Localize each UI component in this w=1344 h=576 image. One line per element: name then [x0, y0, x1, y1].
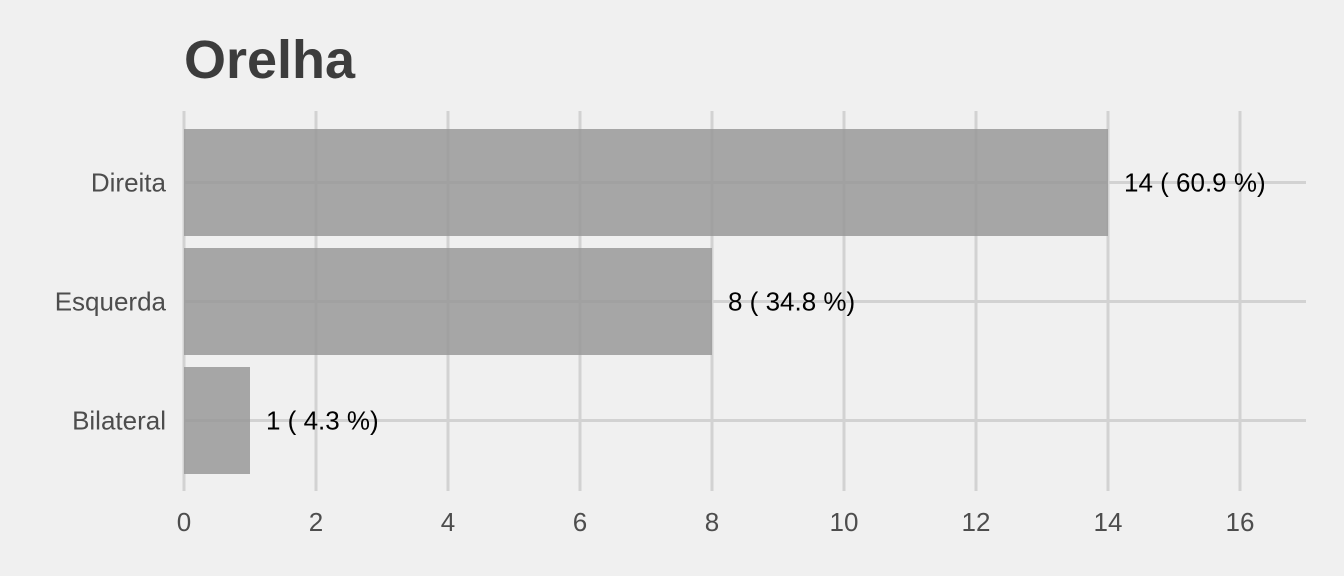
bar-direita — [184, 129, 1108, 236]
x-tick-label-16: 16 — [1226, 507, 1255, 537]
y-tick-label-esquerda: Esquerda — [55, 287, 167, 317]
x-tick-label-8: 8 — [705, 507, 719, 537]
bar-chart: Orelha 14 ( 60.9 %) 8 ( 34.8 %) 1 ( 4.3 %)… — [0, 0, 1344, 576]
x-tick-label-0: 0 — [177, 507, 191, 537]
x-tick-label-6: 6 — [573, 507, 587, 537]
x-tick-label-12: 12 — [962, 507, 991, 537]
x-tick-label-10: 10 — [830, 507, 859, 537]
bar-esquerda — [184, 248, 712, 355]
x-tick-label-2: 2 — [309, 507, 323, 537]
data-label-esquerda: 8 ( 34.8 %) — [728, 287, 855, 317]
data-label-direita: 14 ( 60.9 %) — [1124, 168, 1266, 198]
x-tick-label-14: 14 — [1094, 507, 1123, 537]
chart-title: Orelha — [184, 30, 356, 90]
data-label-bilateral: 1 ( 4.3 %) — [266, 406, 379, 436]
y-tick-label-direita: Direita — [91, 168, 167, 198]
x-tick-label-4: 4 — [441, 507, 455, 537]
y-tick-label-bilateral: Bilateral — [72, 406, 166, 436]
bar-bilateral — [184, 367, 250, 474]
